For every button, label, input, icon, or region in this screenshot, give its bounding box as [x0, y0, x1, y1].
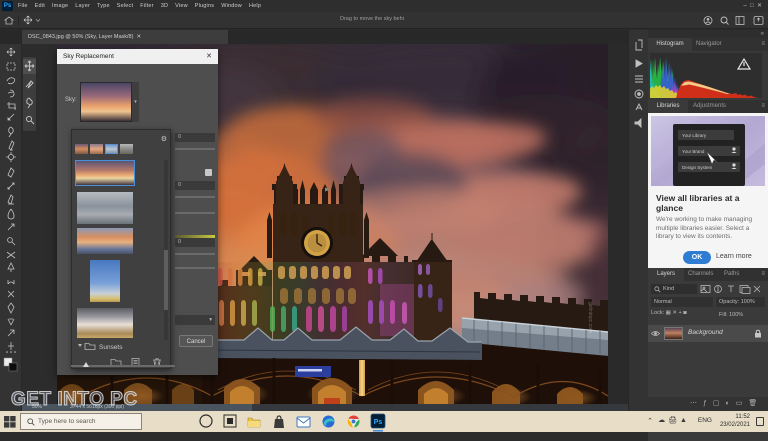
svg-text:getintopc.com: getintopc.com — [587, 302, 593, 333]
svg-text:Design System: Design System — [682, 165, 713, 170]
svg-text:Your Library: Your Library — [682, 133, 707, 138]
svg-text:Your Brand: Your Brand — [682, 149, 705, 154]
svg-text:Sunsets: Sunsets — [99, 344, 123, 351]
svg-text:Ps: Ps — [374, 419, 383, 426]
